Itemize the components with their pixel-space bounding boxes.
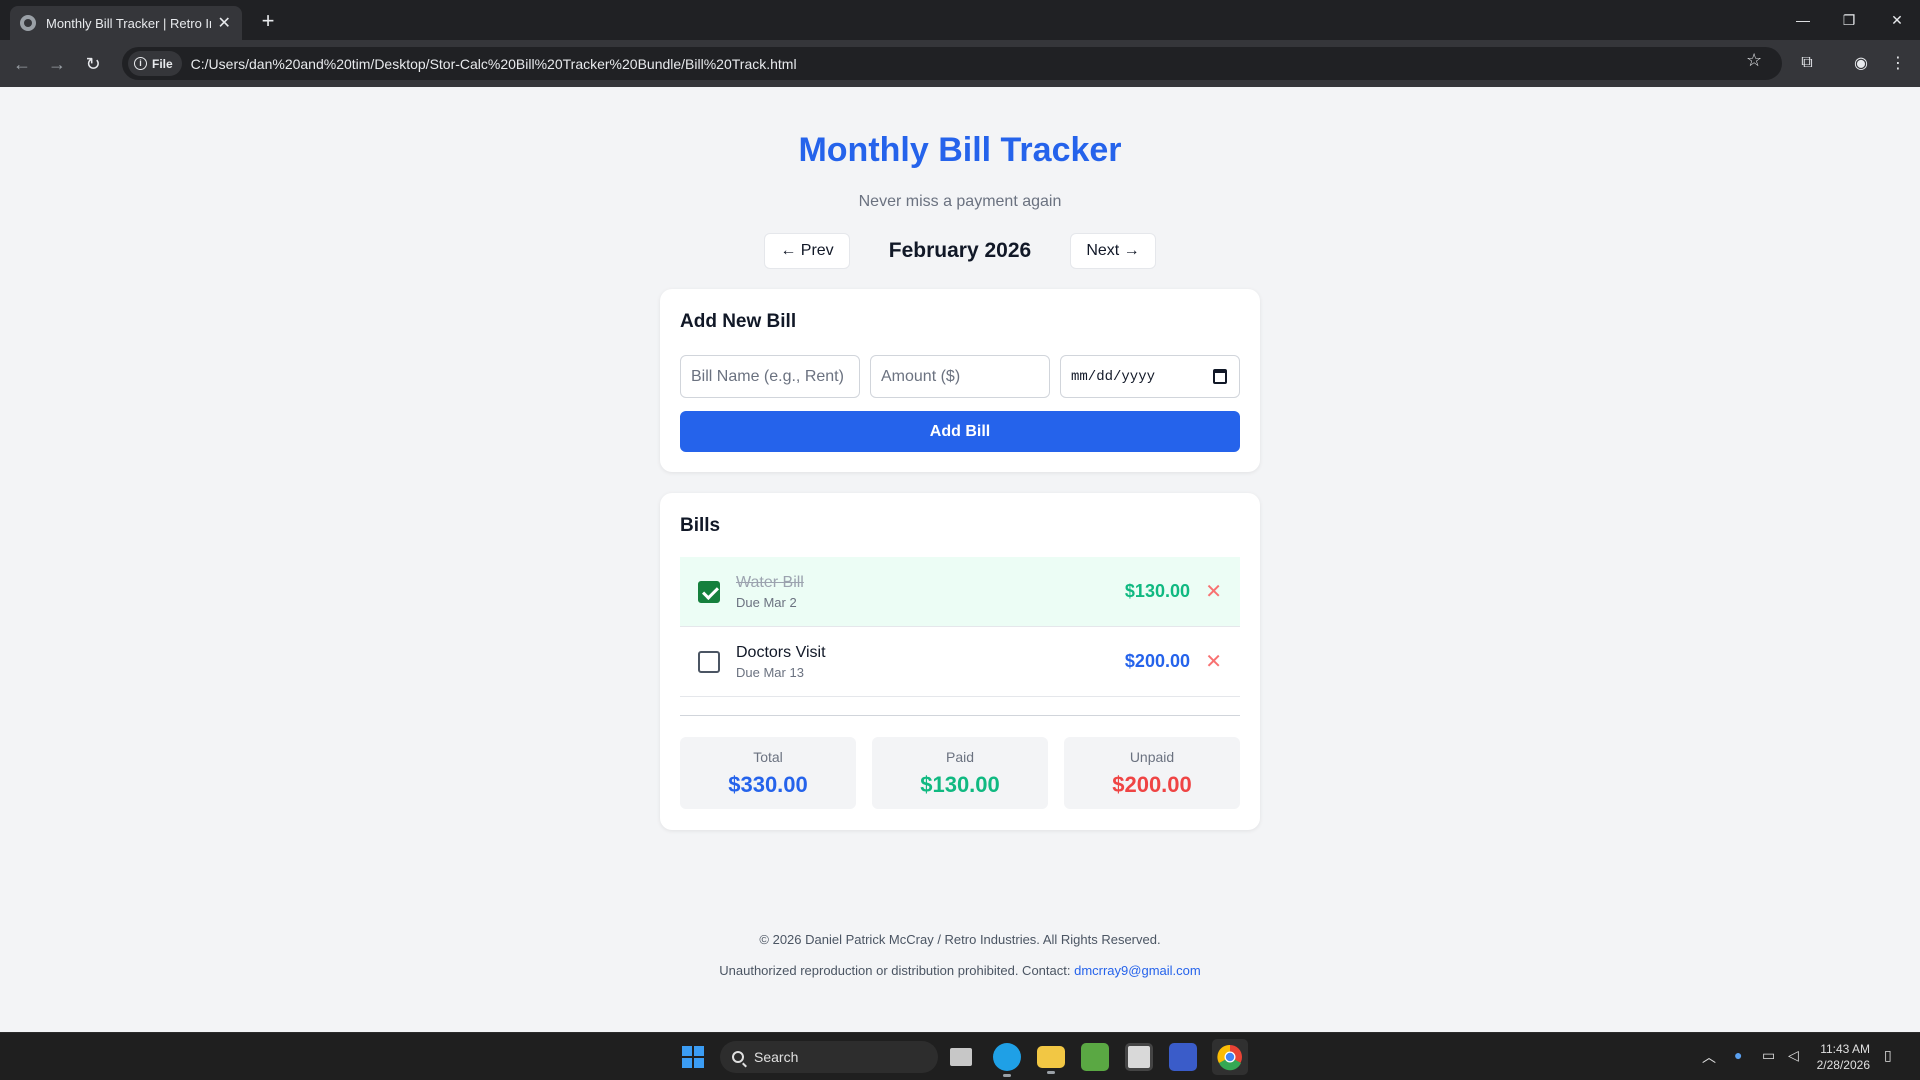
edge-browser-icon[interactable] xyxy=(993,1043,1021,1077)
windows-start-icon[interactable] xyxy=(682,1046,704,1068)
bill-amount: $200.00 xyxy=(1124,651,1190,671)
network-icon[interactable]: ▭ xyxy=(1762,1047,1775,1064)
footer-notice: Unauthorized reproduction or distributio… xyxy=(0,963,1920,978)
site-info-chip[interactable]: i File xyxy=(128,51,182,76)
tab-close-icon[interactable]: ✕ xyxy=(217,13,232,33)
profile-icon[interactable]: ◉ xyxy=(1847,49,1875,77)
volume-icon[interactable]: ◁ xyxy=(1788,1047,1799,1064)
info-icon: i xyxy=(134,57,147,70)
address-bar[interactable]: i File C:/Users/dan%20and%20tim/Desktop/… xyxy=(122,47,1782,80)
minimize-icon[interactable]: — xyxy=(1780,0,1826,40)
summary-divider xyxy=(680,715,1240,716)
reload-icon[interactable]: ↻ xyxy=(79,50,107,78)
bill-amount: $130.00 xyxy=(1124,581,1190,601)
add-bill-heading: Add New Bill xyxy=(680,311,797,332)
bill-name-input[interactable]: Bill Name (e.g., Rent) xyxy=(680,355,860,398)
paid-label: Paid xyxy=(945,749,975,765)
clock-time: 11:43 AM xyxy=(1820,1042,1870,1056)
page-content: Monthly Bill Tracker Never miss a paymen… xyxy=(0,87,1920,1032)
tray-chevron-icon[interactable]: ︿ xyxy=(1702,1047,1716,1067)
forward-icon[interactable]: → xyxy=(43,50,71,78)
app-icon-blue[interactable] xyxy=(1169,1043,1197,1071)
chrome-logo-icon xyxy=(1217,1044,1242,1071)
current-month: February 2026 xyxy=(888,239,1032,262)
taskbar-search-label: Search xyxy=(754,1049,799,1065)
taskbar-search[interactable]: Search xyxy=(720,1041,938,1073)
delete-icon[interactable]: ✕ xyxy=(1205,649,1222,674)
bill-name: Doctors Visit xyxy=(736,644,826,661)
file-explorer-icon[interactable] xyxy=(1037,1046,1065,1074)
bill-name: Water Bill xyxy=(736,574,804,591)
globe-icon xyxy=(20,15,36,31)
add-bill-button[interactable]: Add Bill xyxy=(680,411,1240,452)
notification-icon[interactable]: ▯ xyxy=(1884,1047,1892,1064)
due-date-input[interactable]: mm/dd/yyyy xyxy=(1060,355,1240,398)
unpaid-stat: Unpaid $200.00 xyxy=(1064,737,1240,809)
task-view-icon[interactable] xyxy=(950,1048,972,1066)
bill-due-date: Due Mar 2 xyxy=(736,595,797,610)
page-subtitle: Never miss a payment again xyxy=(858,193,1062,210)
restore-icon[interactable]: ❐ xyxy=(1826,0,1872,40)
paid-stat: Paid $130.00 xyxy=(872,737,1048,809)
footer-copyright: © 2026 Daniel Patrick McCray / Retro Ind… xyxy=(759,932,1161,947)
close-window-icon[interactable]: ✕ xyxy=(1874,0,1920,40)
next-month-button[interactable]: Next → xyxy=(1070,233,1156,269)
new-tab-button[interactable]: + xyxy=(254,8,282,36)
microphone-icon[interactable]: ● xyxy=(1734,1047,1742,1063)
taskbar-clock[interactable]: 11:43 AM 2/28/2026 xyxy=(1802,1041,1870,1073)
bill-row: Water Bill Due Mar 2 $130.00 ✕ xyxy=(680,557,1240,627)
clock-date: 2/28/2026 xyxy=(1816,1058,1870,1072)
app-icon-gray[interactable] xyxy=(1125,1043,1153,1071)
paid-value: $130.00 xyxy=(920,772,1000,797)
tab-search-icon[interactable]: ⧉ xyxy=(1793,49,1821,77)
paid-checkbox[interactable] xyxy=(698,651,720,673)
footer-notice-text: Unauthorized reproduction or distributio… xyxy=(719,963,1075,978)
menu-kebab-icon[interactable]: ⋮ xyxy=(1884,49,1912,77)
browser-tabstrip: Monthly Bill Tracker | Retro Industries … xyxy=(0,0,1920,40)
chrome-icon[interactable] xyxy=(1212,1039,1248,1075)
unpaid-label: Unpaid xyxy=(1129,749,1175,765)
page-title: Monthly Bill Tracker xyxy=(798,131,1122,169)
tab-title: Monthly Bill Tracker | Retro Industries xyxy=(46,15,211,31)
app-icon-green[interactable] xyxy=(1081,1043,1109,1071)
search-icon xyxy=(732,1051,744,1063)
total-value: $330.00 xyxy=(728,772,808,797)
taskbar: Search ︿ ● ▭ ◁ 11:43 AM 2/28/2026 ▯ xyxy=(0,1032,1920,1080)
bill-row: Doctors Visit Due Mar 13 $200.00 ✕ xyxy=(680,627,1240,697)
browser-tab[interactable]: Monthly Bill Tracker | Retro Industries … xyxy=(10,6,242,40)
bills-card: Bills Water Bill Due Mar 2 $130.00 ✕ Doc… xyxy=(660,493,1260,830)
date-placeholder: mm/dd/yyyy xyxy=(1071,368,1156,385)
bill-due-date: Due Mar 13 xyxy=(736,665,804,680)
prev-month-button[interactable]: ← Prev xyxy=(764,233,850,269)
unpaid-value: $200.00 xyxy=(1112,772,1192,797)
back-icon[interactable]: ← xyxy=(8,50,36,78)
calendar-icon[interactable] xyxy=(1213,369,1227,384)
bills-heading: Bills xyxy=(680,515,721,536)
url-text[interactable]: C:/Users/dan%20and%20tim/Desktop/Stor-Ca… xyxy=(191,56,797,72)
delete-icon[interactable]: ✕ xyxy=(1205,579,1222,604)
total-label: Total xyxy=(753,749,783,765)
site-chip-label: File xyxy=(152,56,173,71)
bookmark-star-icon[interactable]: ☆ xyxy=(1746,50,1762,71)
contact-email-link[interactable]: dmcrray9@gmail.com xyxy=(1074,963,1201,978)
paid-checkbox[interactable] xyxy=(698,581,720,603)
add-bill-card: Add New Bill Bill Name (e.g., Rent) Amou… xyxy=(660,289,1260,472)
total-stat: Total $330.00 xyxy=(680,737,856,809)
amount-input[interactable]: Amount ($) xyxy=(870,355,1050,398)
